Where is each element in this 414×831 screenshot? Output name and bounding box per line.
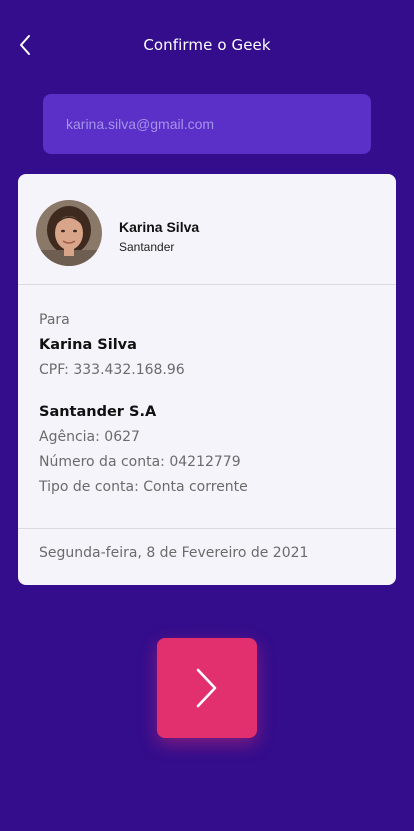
recipient-card: Karina Silva Santander Para Karina Silva… xyxy=(18,174,396,585)
next-button[interactable] xyxy=(157,638,257,738)
chevron-right-icon xyxy=(196,668,217,708)
avatar xyxy=(36,200,102,266)
bank-name: Santander S.A xyxy=(39,404,157,420)
agency: Agência: 0627 xyxy=(39,429,140,445)
recipient-cpf: CPF: 333.432.168.96 xyxy=(39,362,185,378)
recipient-name: Karina Silva xyxy=(39,337,137,353)
to-label: Para xyxy=(39,312,70,328)
header: Confirme o Geek xyxy=(0,0,414,90)
divider xyxy=(18,284,396,285)
profile-bank: Santander xyxy=(119,240,175,254)
page-title: Confirme o Geek xyxy=(143,36,271,54)
account-type: Tipo de conta: Conta corrente xyxy=(39,479,248,495)
profile-section: Karina Silva Santander xyxy=(18,174,396,284)
profile-name: Karina Silva xyxy=(119,219,200,235)
divider xyxy=(18,528,396,529)
account-number: Número da conta: 04212779 xyxy=(39,454,241,470)
email-field[interactable]: karina.silva@gmail.com xyxy=(43,94,371,154)
transfer-date: Segunda-feira, 8 de Fevereiro de 2021 xyxy=(39,545,309,561)
